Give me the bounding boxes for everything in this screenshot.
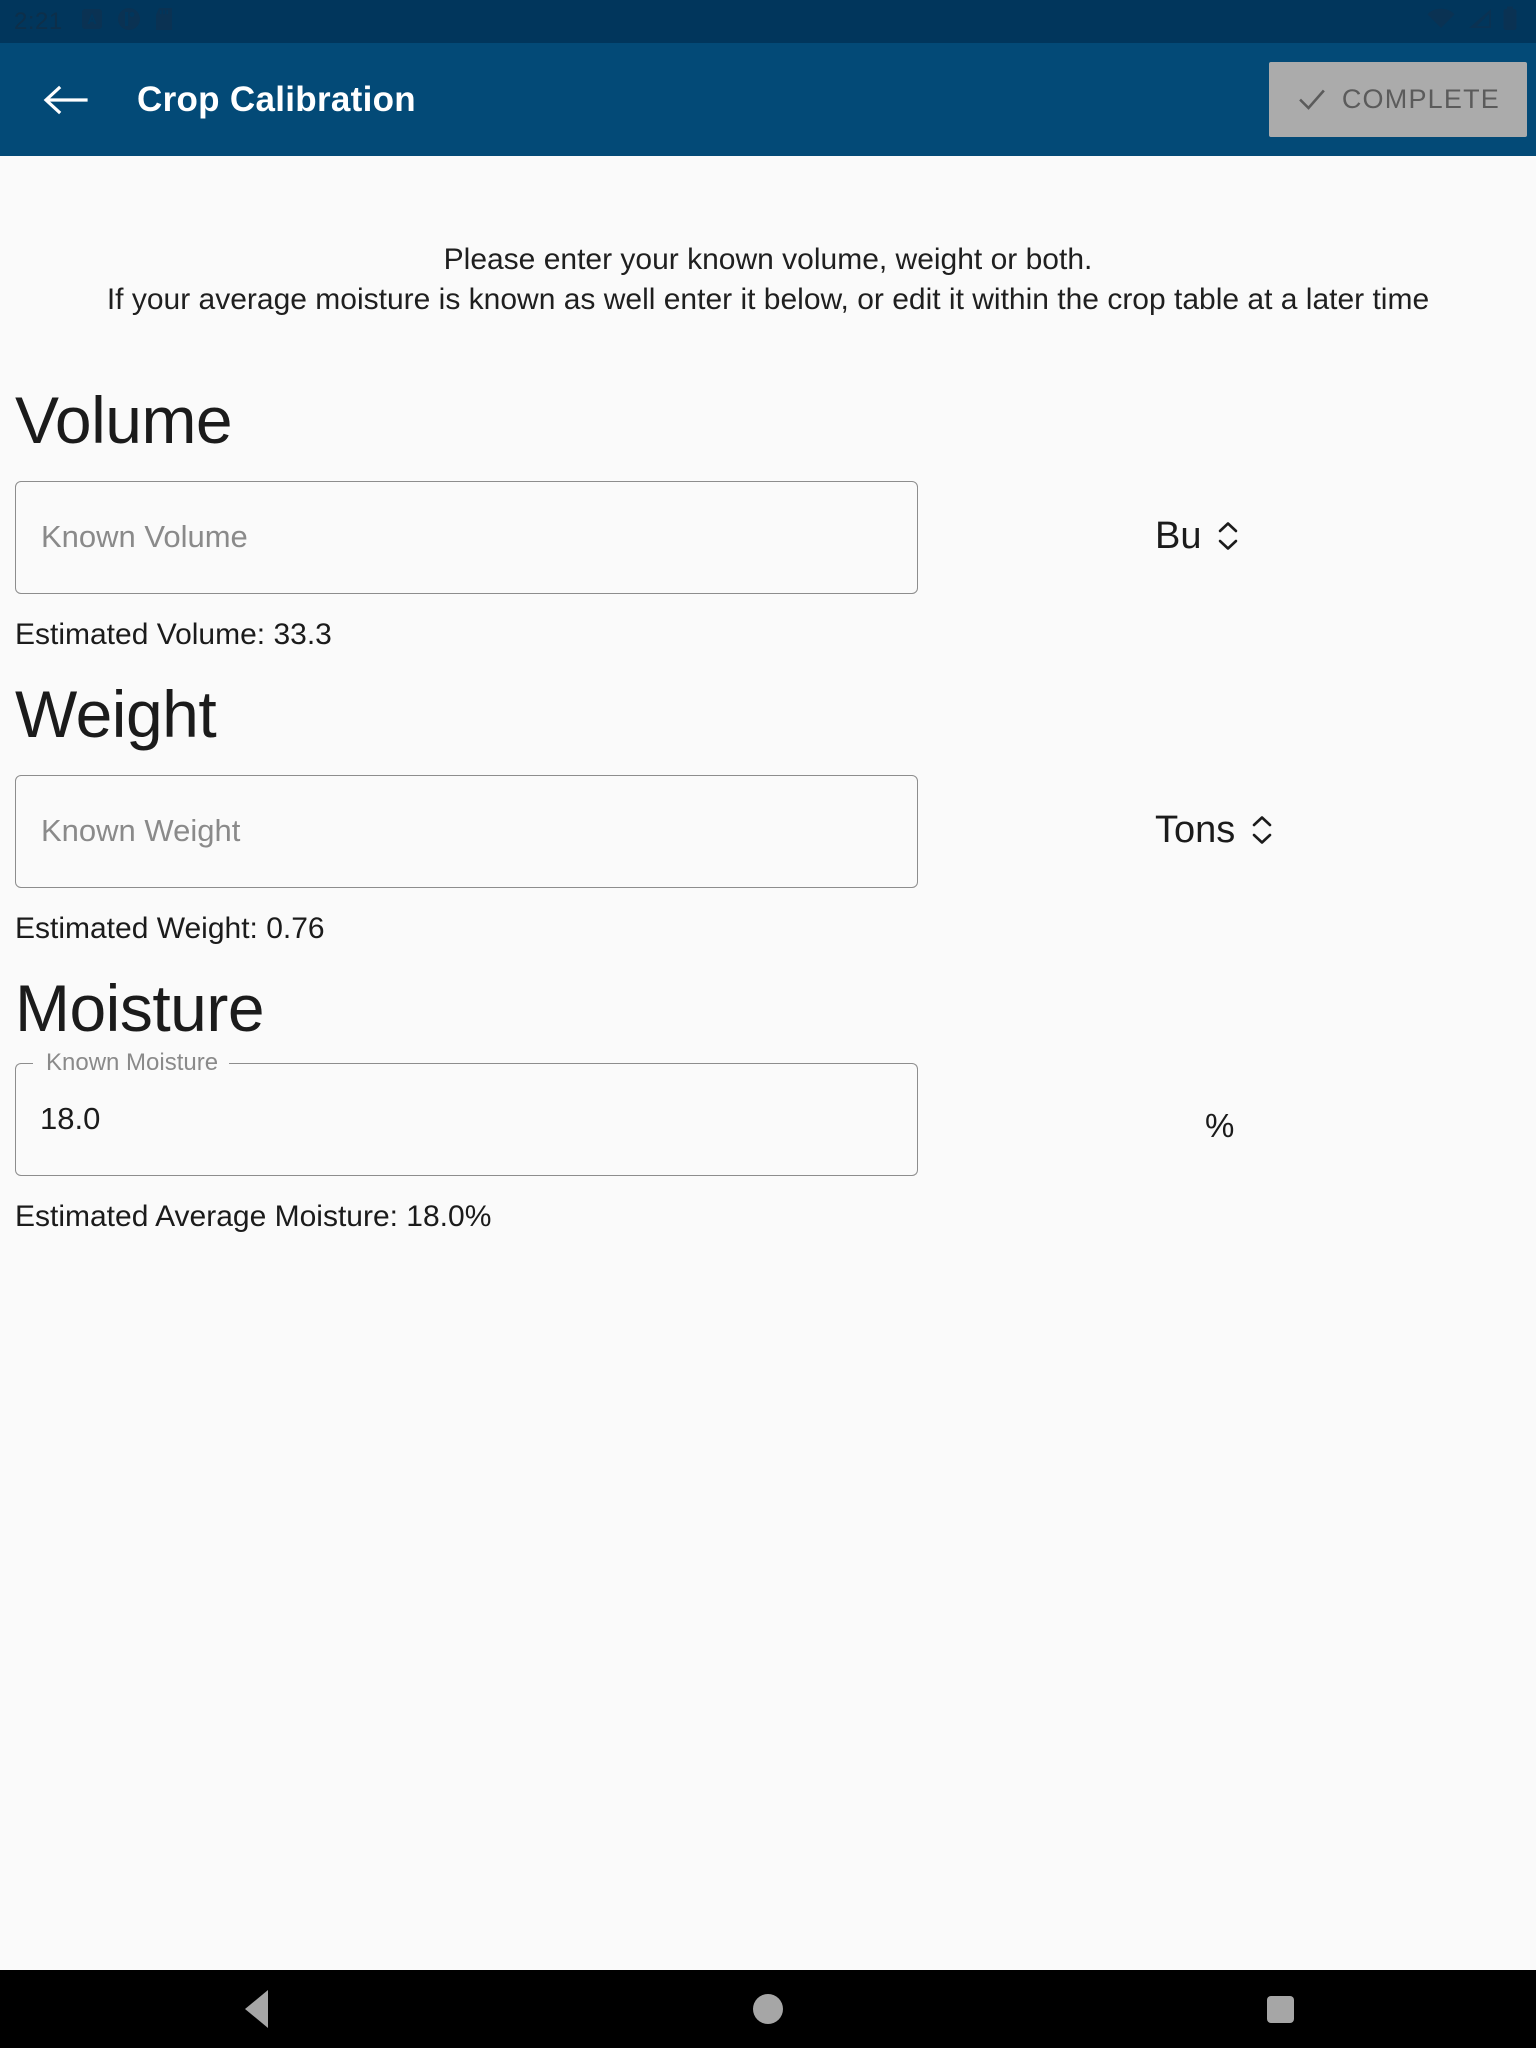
known-weight-input[interactable]: Known Weight: [15, 774, 918, 888]
known-moisture-value: 18.0: [40, 1101, 101, 1137]
status-bar-system-icons: [1426, 6, 1518, 37]
volume-unit-label: Bu: [1155, 514, 1202, 557]
status-bar: 2:21: [0, 0, 1536, 43]
moisture-section: Moisture: [0, 975, 1536, 1041]
sd-card-icon: [155, 7, 173, 36]
main-content: Please enter your known volume, weight o…: [0, 156, 1536, 1970]
app-badge-icon: [81, 8, 103, 35]
android-navigation-bar: [0, 1970, 1536, 2048]
weight-unit-selector[interactable]: Tons: [1155, 809, 1273, 852]
nav-home-button[interactable]: [713, 1970, 823, 2048]
back-button[interactable]: [34, 69, 96, 131]
complete-button-label: COMPLETE: [1341, 84, 1500, 114]
volume-heading: Volume: [15, 382, 233, 457]
volume-section: Volume: [0, 387, 1536, 453]
page-title: Crop Calibration: [137, 79, 416, 119]
status-bar-notification-icons: [81, 7, 173, 36]
complete-button[interactable]: COMPLETE: [1268, 62, 1527, 137]
known-moisture-input[interactable]: Known Moisture 18.0: [15, 1049, 918, 1176]
circle-app-icon: [117, 7, 141, 36]
moisture-field-row: Known Moisture 18.0 %: [0, 1049, 1536, 1176]
known-weight-placeholder: Known Weight: [41, 813, 241, 849]
volume-unit-selector[interactable]: Bu: [1155, 515, 1239, 558]
moisture-unit-label: %: [1205, 1106, 1235, 1144]
app-bar: Crop Calibration COMPLETE: [0, 43, 1536, 156]
nav-back-button[interactable]: [201, 1970, 311, 2048]
instructions-block: Please enter your known volume, weight o…: [0, 156, 1536, 320]
nav-back-triangle-icon: [244, 1990, 268, 2028]
nav-home-circle-icon: [753, 1994, 783, 2024]
weight-section: Weight: [0, 681, 1536, 747]
moisture-estimate: Estimated Average Moisture: 18.0%: [15, 1199, 492, 1233]
known-volume-placeholder: Known Volume: [41, 519, 248, 555]
status-bar-clock: 2:21: [14, 7, 63, 35]
known-moisture-label: Known Moisture: [46, 1048, 219, 1076]
weight-estimate: Estimated Weight: 0.76: [15, 911, 325, 945]
weight-heading: Weight: [15, 676, 217, 751]
weight-unit-label: Tons: [1155, 808, 1236, 851]
weight-field-row: Known Weight Tons: [0, 774, 1536, 888]
instructions-line-2: If your average moisture is known as wel…: [106, 282, 1430, 316]
volume-unit-stepper-icon: [1217, 521, 1239, 551]
moisture-notched-outline: [15, 1062, 918, 1176]
moisture-heading: Moisture: [15, 970, 265, 1045]
nav-recents-button[interactable]: [1225, 1970, 1335, 2048]
battery-icon: [1502, 6, 1518, 37]
known-volume-input[interactable]: Known Volume: [15, 480, 918, 594]
volume-estimate: Estimated Volume: 33.3: [15, 617, 332, 651]
weight-unit-stepper-icon: [1251, 815, 1273, 845]
back-arrow-icon: [43, 85, 88, 114]
check-icon: [1299, 89, 1325, 110]
cellular-signal-icon: [1465, 7, 1493, 36]
wifi-icon: [1426, 7, 1456, 36]
app-screen: 2:21 Crop Calibration COMPLETE Please en…: [0, 0, 1536, 2048]
nav-recents-square-icon: [1266, 1995, 1294, 2023]
instructions-line-1: Please enter your known volume, weight o…: [443, 243, 1093, 276]
volume-field-row: Known Volume Bu: [0, 480, 1536, 594]
